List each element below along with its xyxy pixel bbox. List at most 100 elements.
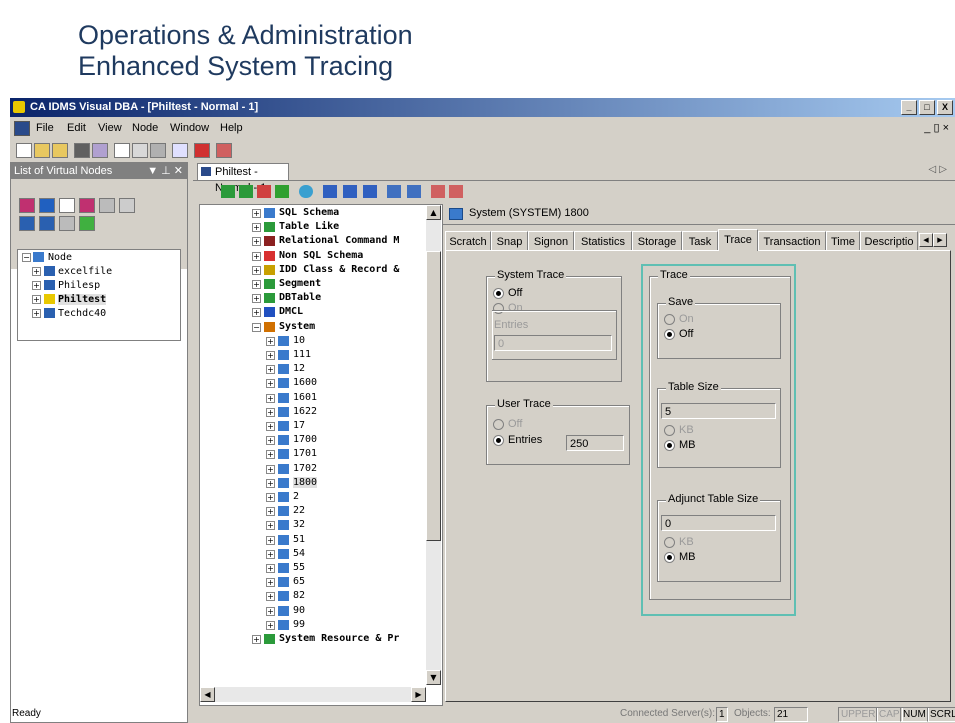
scroll-left-icon[interactable]: ◀: [200, 687, 215, 702]
tree-expander[interactable]: +: [266, 422, 275, 431]
tree-expander[interactable]: +: [266, 336, 275, 346]
node-tool6-icon[interactable]: [119, 198, 135, 213]
tree-child-item[interactable]: 90: [293, 605, 305, 616]
tree-expander[interactable]: +: [252, 223, 261, 233]
tree-child-item[interactable]: 82: [293, 590, 305, 601]
user-trace-entries-field[interactable]: 250: [566, 435, 624, 451]
menu-file[interactable]: File: [36, 118, 54, 138]
user-trace-off-radio[interactable]: [493, 419, 504, 430]
tree-expander[interactable]: +: [266, 478, 275, 488]
adjunct-mb-radio[interactable]: [664, 552, 675, 563]
tree-expander[interactable]: +: [252, 308, 261, 318]
tree-expander[interactable]: +: [266, 549, 275, 559]
tab-time[interactable]: Time: [826, 231, 860, 251]
tree-child-item[interactable]: 111: [293, 349, 311, 360]
system-trace-off-radio[interactable]: [493, 288, 504, 299]
node-item-excelfile[interactable]: excelfile: [58, 266, 112, 277]
panel-controls-icon[interactable]: ▼ ⊥ ✕: [147, 163, 183, 179]
obj-tool6-icon[interactable]: [323, 185, 337, 198]
tab-scroll-arrows-icon[interactable]: ◁ ▷: [928, 164, 947, 175]
tree-expander[interactable]: +: [266, 365, 275, 375]
mdi-controls-icon[interactable]: _ ▯ ×: [924, 118, 949, 138]
tree-expander[interactable]: −: [252, 322, 261, 332]
new-icon[interactable]: [16, 143, 32, 158]
print-preview-icon[interactable]: [92, 143, 108, 158]
node-tool4-icon[interactable]: [79, 198, 95, 213]
tree-expander[interactable]: +: [266, 379, 275, 389]
tree-expander[interactable]: +: [266, 464, 275, 474]
tab-snap[interactable]: Snap: [491, 231, 528, 251]
tree-expander[interactable]: +: [266, 507, 275, 517]
tree-child-item[interactable]: 1800: [293, 476, 318, 488]
tree-vertical-scrollbar[interactable]: ▲ ▼: [426, 205, 441, 685]
scroll-up-icon[interactable]: ▲: [426, 205, 441, 220]
adjunct-kb-radio[interactable]: [664, 537, 675, 548]
menu-node[interactable]: Node: [132, 118, 158, 138]
table-size-kb-radio[interactable]: [664, 425, 675, 436]
copy-icon[interactable]: [132, 143, 148, 158]
tree-child-item[interactable]: 51: [293, 534, 305, 545]
node-tool5-icon[interactable]: [99, 198, 115, 213]
tab-scratch[interactable]: Scratch: [445, 231, 491, 251]
tab-task[interactable]: Task: [682, 231, 718, 251]
user-trace-entries-radio[interactable]: [493, 435, 504, 446]
obj-tool2-icon[interactable]: [239, 185, 253, 198]
tree-expander[interactable]: +: [252, 237, 261, 247]
tab-storage[interactable]: Storage: [632, 231, 682, 251]
node-expander[interactable]: +: [32, 267, 41, 276]
tree-child-item[interactable]: 2: [293, 491, 299, 502]
tree-child-item[interactable]: 1622: [293, 406, 317, 417]
tree-horizontal-scrollbar[interactable]: ◀ ▶: [200, 687, 426, 702]
open-folder-icon[interactable]: [52, 143, 68, 158]
maximize-button[interactable]: □: [919, 100, 935, 115]
node-expander[interactable]: +: [32, 309, 41, 318]
obj-tool1-icon[interactable]: [221, 185, 235, 198]
obj-tool11-icon[interactable]: [431, 185, 445, 198]
tree-item[interactable]: System Resource & Pr: [279, 633, 399, 644]
tree-child-item[interactable]: 1601: [293, 392, 317, 403]
scroll-down-icon[interactable]: ▼: [426, 670, 441, 685]
node-expander[interactable]: −: [22, 253, 31, 262]
tree-expander[interactable]: +: [266, 606, 275, 616]
tree-item[interactable]: Segment: [279, 278, 321, 289]
tree-expander[interactable]: +: [266, 450, 275, 460]
node-tool1-icon[interactable]: [19, 198, 35, 213]
scroll-thumb[interactable]: [426, 251, 441, 541]
node-expander[interactable]: +: [32, 281, 41, 290]
system-trace-entries-field[interactable]: 0: [494, 335, 612, 351]
obj-tool4-icon[interactable]: [275, 185, 289, 198]
tree-expander[interactable]: +: [266, 620, 275, 630]
menu-window[interactable]: Window: [170, 118, 209, 138]
tree-child-item[interactable]: 1700: [293, 434, 317, 445]
node-item-philesp[interactable]: Philesp: [58, 280, 100, 291]
obj-tool7-icon[interactable]: [343, 185, 357, 198]
find-icon[interactable]: [172, 143, 188, 158]
tree-item[interactable]: DBTable: [279, 292, 321, 303]
tree-child-item[interactable]: 54: [293, 548, 305, 559]
tree-expander[interactable]: +: [266, 351, 275, 360]
tree-expander[interactable]: +: [252, 635, 261, 644]
grid-icon[interactable]: [216, 143, 232, 158]
tree-child-item[interactable]: 99: [293, 619, 305, 630]
tree-child-item[interactable]: 65: [293, 576, 305, 587]
menu-help[interactable]: Help: [220, 118, 243, 138]
tree-expander[interactable]: +: [266, 493, 275, 502]
tree-child-item[interactable]: 55: [293, 562, 305, 573]
document-tab[interactable]: Philtest - Normal - 1: [197, 163, 289, 194]
tree-item[interactable]: Table Like: [279, 221, 339, 232]
save-on-radio[interactable]: [664, 314, 675, 325]
print-icon[interactable]: [74, 143, 90, 158]
node-tool10-icon[interactable]: [79, 216, 95, 231]
adjunct-table-size-field[interactable]: 0: [661, 515, 776, 531]
tree-expander[interactable]: +: [252, 265, 261, 275]
menu-view[interactable]: View: [98, 118, 122, 138]
obj-tool9-icon[interactable]: [387, 185, 401, 198]
tab-scroll-buttons[interactable]: ◀ ▶: [919, 233, 949, 247]
obj-tool3-icon[interactable]: [257, 185, 271, 198]
tree-child-item[interactable]: 22: [293, 505, 305, 516]
tab-statistics[interactable]: Statistics: [574, 231, 632, 251]
node-tool7-icon[interactable]: [19, 216, 35, 231]
tree-expander[interactable]: +: [266, 535, 275, 545]
tree-expander[interactable]: +: [266, 578, 275, 588]
scroll-right-icon[interactable]: ▶: [411, 687, 426, 702]
